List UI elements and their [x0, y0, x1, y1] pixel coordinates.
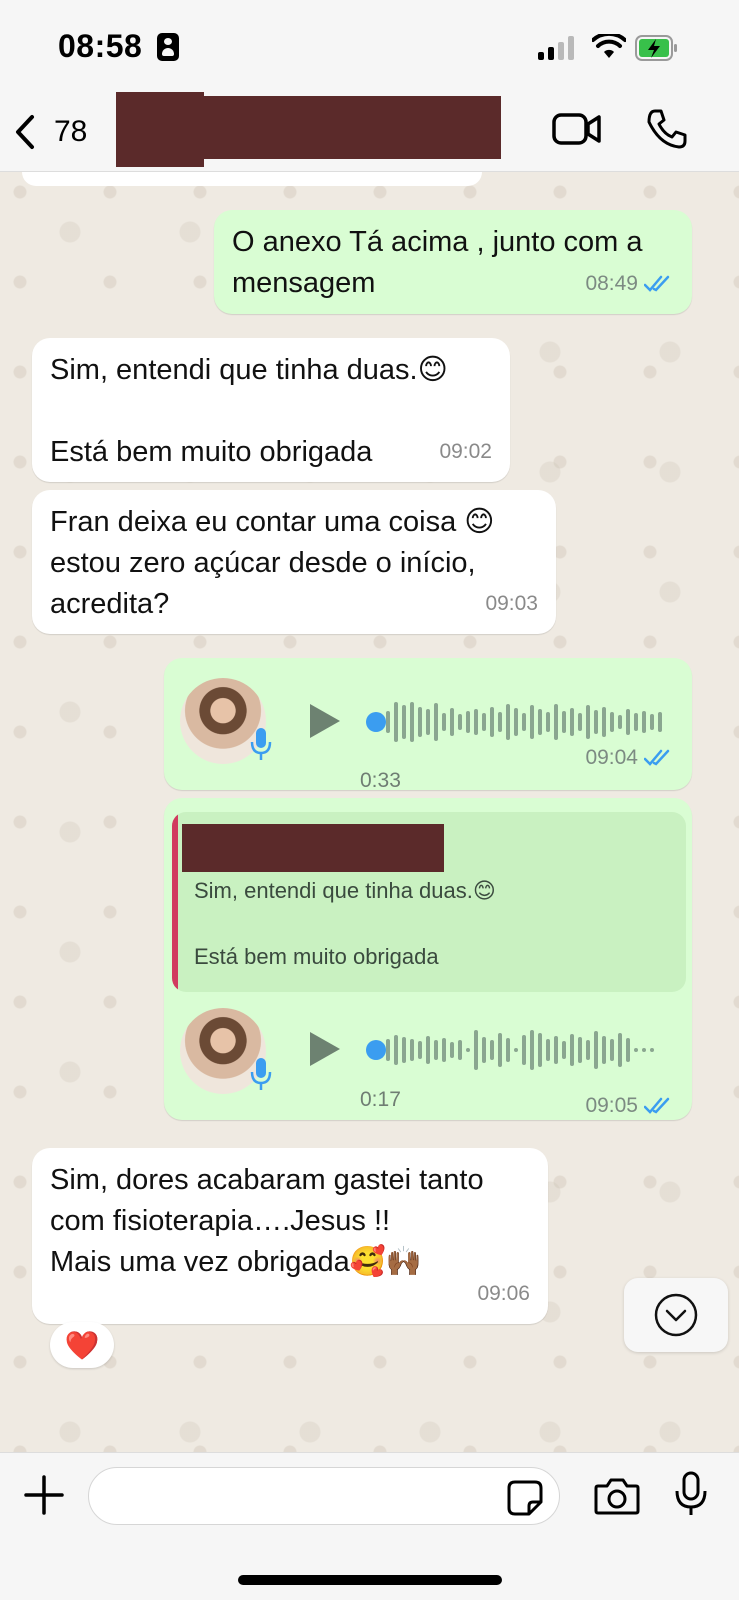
camera-icon[interactable]	[594, 1477, 640, 1515]
message-time: 09:02	[439, 440, 492, 463]
unread-count: 78	[54, 115, 88, 148]
message-text: Sim, entendi que tinha duas.😊 Está bem m…	[50, 354, 448, 468]
scroll-to-bottom-button[interactable]	[624, 1278, 728, 1352]
waveform[interactable]	[386, 1028, 654, 1072]
chat-header: 78	[0, 92, 739, 172]
heart-reaction[interactable]: ❤️	[50, 1322, 114, 1368]
double-check-icon	[644, 275, 670, 292]
quote-accent-bar	[172, 812, 178, 992]
message-meta: 08:49	[585, 263, 674, 304]
message-time: 09:06	[477, 1282, 530, 1305]
incoming-message[interactable]: Fran deixa eu contar uma coisa 😊 estou z…	[32, 490, 556, 634]
message-meta: 09:06	[477, 1273, 530, 1314]
message-meta: 09:02	[439, 431, 492, 472]
incoming-message[interactable]: Sim, entendi que tinha duas.😊 Está bem m…	[32, 338, 510, 482]
microphone-icon	[250, 1058, 272, 1090]
voice-duration: 0:17	[360, 1088, 401, 1111]
message-time: 09:03	[485, 592, 538, 615]
incoming-message[interactable]: Sim, dores acabaram gastei tanto com fis…	[32, 1148, 548, 1324]
microphone-icon	[250, 728, 272, 760]
composer-bar	[0, 1452, 739, 1600]
chevron-down-circle-icon	[654, 1293, 698, 1337]
message-meta: 09:04	[585, 737, 674, 778]
back-button[interactable]: 78	[14, 110, 104, 154]
message-time: 09:04	[585, 746, 638, 769]
outgoing-voice-message[interactable]: 0:33 09:04	[164, 658, 692, 792]
status-bar: 08:58	[0, 0, 739, 92]
chat-area[interactable]: O anexo Tá acima , junto com a mensagem …	[0, 172, 739, 1452]
double-check-icon	[644, 1097, 670, 1114]
quote-text: Sim, entendi que tinha duas.😊 Está bem m…	[194, 878, 496, 969]
voice-player[interactable]: 0:17 09:05	[164, 998, 692, 1118]
message-input[interactable]	[109, 1468, 489, 1522]
message-meta: 09:05	[585, 1094, 674, 1118]
phone-call-icon[interactable]	[646, 108, 688, 150]
microphone-icon[interactable]	[674, 1471, 708, 1517]
sticker-icon[interactable]	[507, 1480, 543, 1516]
heart-icon: ❤️	[64, 1329, 100, 1361]
message-text: Fran deixa eu contar uma coisa 😊 estou z…	[50, 506, 495, 620]
playback-scrubber[interactable]	[366, 1040, 386, 1060]
previous-message-stub	[22, 172, 482, 186]
message-time: 08:49	[585, 272, 638, 295]
double-check-icon	[644, 749, 670, 766]
play-button[interactable]	[310, 704, 340, 738]
cellular-signal-icon	[538, 36, 578, 60]
message-meta: 09:03	[485, 583, 538, 624]
message-text: Sim, dores acabaram gastei tanto com fis…	[50, 1164, 484, 1278]
quoted-message[interactable]: Sim, entendi que tinha duas.😊 Está bem m…	[172, 812, 686, 992]
play-button[interactable]	[310, 1032, 340, 1066]
contact-name-redacted-box[interactable]	[116, 96, 501, 159]
plus-icon[interactable]	[24, 1475, 64, 1515]
chevron-left-icon	[16, 115, 34, 149]
status-time: 08:58	[58, 28, 143, 64]
outgoing-message[interactable]: O anexo Tá acima , junto com a mensagem …	[214, 210, 692, 314]
home-indicator[interactable]	[238, 1575, 502, 1585]
message-time: 09:05	[585, 1094, 638, 1117]
quote-author-redacted	[182, 824, 444, 872]
video-call-icon[interactable]	[552, 112, 602, 146]
contact-card-icon	[157, 33, 179, 61]
message-input-wrapper	[88, 1467, 560, 1525]
battery-charging-icon	[635, 35, 677, 61]
playback-scrubber[interactable]	[366, 712, 386, 732]
wifi-icon	[592, 34, 626, 58]
voice-duration: 0:33	[360, 769, 401, 792]
